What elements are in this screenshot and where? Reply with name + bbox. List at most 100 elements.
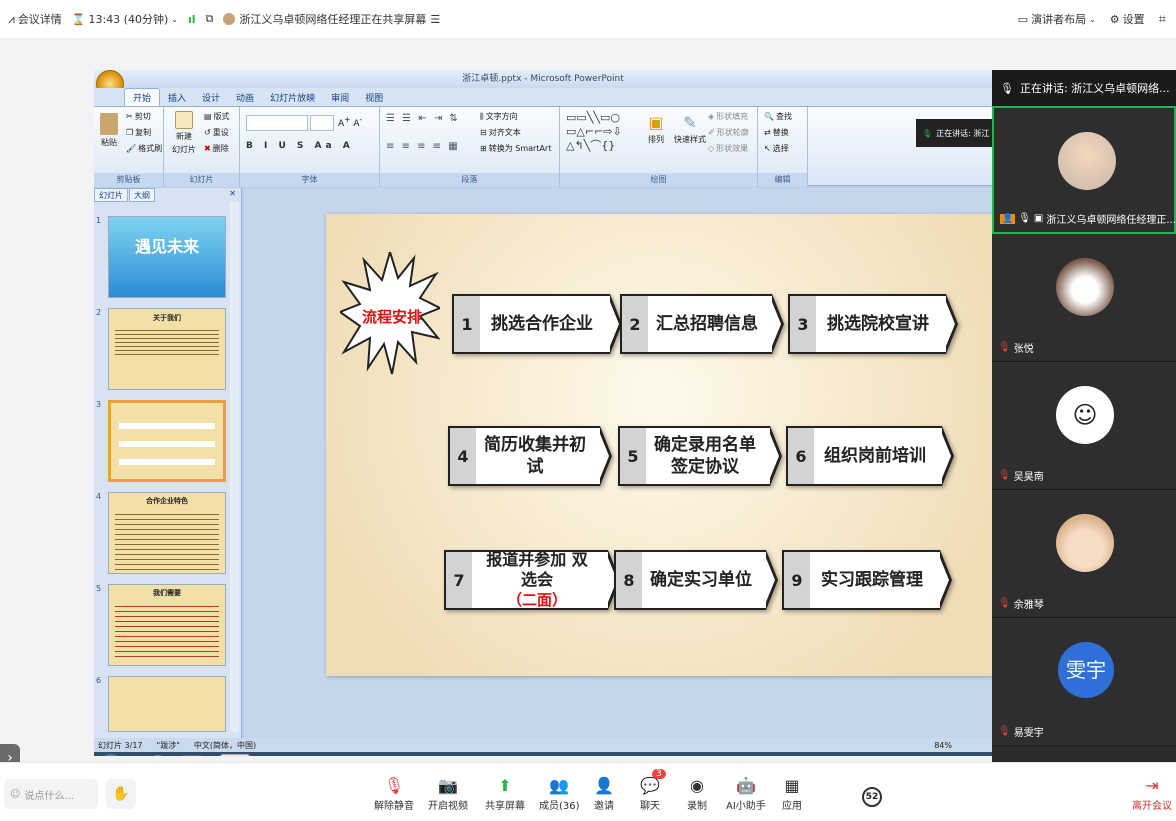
reset-label: 重设: [212, 128, 229, 137]
members-button[interactable]: 👥 成员(36): [539, 775, 580, 812]
layout-icon: ▤: [204, 112, 212, 121]
find-button[interactable]: 🔍 查找: [764, 111, 792, 122]
effect-icon: ◇: [708, 144, 715, 153]
text-direction-button[interactable]: ⫼ 文字方向: [480, 111, 518, 122]
signal-icon[interactable]: ıl: [188, 13, 196, 26]
video-tile-host[interactable]: 👤 🎙 ▣ 浙江义乌卓顿网络任经理正...: [992, 106, 1176, 234]
quick-styles-button[interactable]: ✎ 快速样式: [674, 113, 706, 145]
popout-icon[interactable]: ⧉: [206, 12, 214, 26]
font-name-select[interactable]: [246, 115, 308, 131]
arrow-tip: [598, 426, 612, 486]
ribbon-tab-view[interactable]: 视图: [357, 89, 391, 106]
copy-button[interactable]: ❐ 复制: [126, 127, 151, 138]
share-screen-button[interactable]: ⬆ 共享屏幕: [485, 775, 525, 812]
ribbon-tab-review[interactable]: 审阅: [323, 89, 357, 106]
unmute-button[interactable]: 🎙 解除静音: [374, 775, 414, 812]
tab-slides[interactable]: 幻灯片: [94, 188, 128, 202]
replace-button[interactable]: ⇄ 替换: [764, 127, 789, 138]
start-video-button[interactable]: 📷 开启视频: [428, 775, 468, 812]
raise-hand-icon[interactable]: ✋: [106, 779, 136, 809]
video-tile[interactable]: 雯宇 🎙 易雯宇: [992, 618, 1176, 746]
grow-font-icon[interactable]: A+ A-: [338, 115, 362, 129]
meeting-info-label: 会议详情: [17, 13, 62, 26]
ribbon-tab-insert[interactable]: 插入: [160, 89, 194, 106]
slide-thumbnail[interactable]: 合作企业特色: [108, 492, 226, 574]
leave-meeting-button[interactable]: ⇥ 离开会议: [1132, 775, 1172, 812]
slide-thumbnail[interactable]: 关于我们: [108, 308, 226, 390]
list-buttons-icon[interactable]: ☰ ☰ ⇤ ⇥ ⇅: [386, 113, 460, 124]
ribbon-tabs: 开始 插入 设计 动画 幻灯片放映 审阅 视图: [94, 88, 992, 106]
invite-button[interactable]: 👤 邀请: [594, 775, 614, 812]
slide-thumbnail[interactable]: [108, 676, 226, 732]
align-text-button[interactable]: ⊟ 对齐文本: [480, 127, 521, 138]
sharing-status[interactable]: 浙江义乌卓顿网络任经理正在共享屏幕 ☰: [223, 11, 440, 27]
step-4: 4 简历收集并初试: [448, 426, 612, 486]
align-buttons-icon[interactable]: ≡ ≡ ≡ ≡ ▦: [386, 141, 460, 152]
fullscreen-icon[interactable]: ⌗: [1159, 12, 1166, 27]
group-label-paragraph: 段落: [380, 173, 559, 187]
paste-label: 粘贴: [101, 138, 117, 147]
tab-outline[interactable]: 大纲: [129, 188, 155, 202]
apps-button[interactable]: ▦ 应用: [782, 775, 802, 812]
ribbon-tab-animation[interactable]: 动画: [228, 89, 262, 106]
step-2: 2 汇总招聘信息: [620, 294, 784, 354]
slide-editing-area: 流程安排 1 挑选合作企业 2 汇总招聘信息 3 挑选院校宣讲 4 简历收集并初…: [244, 188, 992, 738]
ribbon-tab-home[interactable]: 开始: [124, 88, 161, 106]
thumb-title: 合作企业特色: [146, 497, 188, 505]
ribbon-tab-design[interactable]: 设计: [194, 89, 228, 106]
paste-button[interactable]: 粘贴: [100, 113, 118, 148]
meeting-timer[interactable]: ⌛ 13:43 (40分钟) ⌄: [72, 11, 178, 27]
arrow-tip: [764, 550, 778, 610]
chat-button[interactable]: 💬 聊天 3: [640, 769, 666, 812]
paste-icon: [100, 113, 118, 135]
cut-button[interactable]: ✂ 剪切: [126, 111, 151, 122]
current-slide[interactable]: 流程安排 1 挑选合作企业 2 汇总招聘信息 3 挑选院校宣讲 4 简历收集并初…: [326, 214, 992, 676]
font-format-row[interactable]: B I U S Aa A: [246, 141, 354, 151]
close-pane-icon[interactable]: ✕: [225, 188, 240, 202]
new-slide-button[interactable]: 新建 幻灯片: [172, 111, 196, 155]
quick-styles-icon: ✎: [683, 113, 697, 132]
slide-thumbnail-selected[interactable]: [108, 400, 226, 482]
reset-button[interactable]: ↺ 重设: [204, 127, 229, 138]
arrange-button[interactable]: ▣ 排列: [648, 113, 664, 145]
participant-count-badge[interactable]: 52: [862, 787, 882, 807]
delete-slide-button[interactable]: ✖ 删除: [204, 143, 229, 154]
find-label: 查找: [775, 112, 792, 121]
layout-button[interactable]: ▭ 演讲者布局 ⌄: [1018, 11, 1096, 27]
format-painter-button[interactable]: 🖌 格式刷: [126, 143, 162, 154]
leave-label: 离开会议: [1132, 801, 1172, 812]
powerpoint-taskbar-icon[interactable]: [220, 754, 250, 756]
smartart-button[interactable]: ⊞ 转换为 SmartArt: [480, 143, 551, 154]
slide-thumbnail[interactable]: 我们需要: [108, 584, 226, 666]
step-7: 7 报道并参加 双选会 （二面）: [444, 550, 620, 610]
record-button[interactable]: ◉ 录制: [687, 775, 707, 812]
layout-dropdown[interactable]: ▤ 版式: [204, 111, 230, 122]
meeting-info-button[interactable]: ⩘ 会议详情: [8, 11, 62, 27]
settings-button[interactable]: ⚙ 设置: [1110, 11, 1145, 27]
pane-scrollbar[interactable]: [230, 202, 239, 732]
select-button[interactable]: ↖ 选择: [764, 143, 789, 154]
theme-name: "跋涉": [156, 740, 180, 750]
step-3: 3 挑选院校宣讲: [788, 294, 958, 354]
meeting-app-icon[interactable]: [180, 755, 204, 756]
shapes-gallery-icon[interactable]: ▭▭╲╲▭○ ▭△⌐⌐⇨⇩ △↰╲⌒{}: [566, 111, 642, 153]
participant-name: 余雅琴: [1013, 600, 1044, 611]
chat-quick-input[interactable]: ☺ 说点什么...: [4, 779, 98, 809]
font-size-select[interactable]: [310, 115, 334, 131]
start-button-icon[interactable]: [98, 754, 124, 756]
shape-fill-button[interactable]: ◈ 形状填充: [708, 111, 748, 122]
video-tile[interactable]: 🎙 余雅琴: [992, 490, 1176, 618]
slide-thumbnail[interactable]: 遇见未来: [108, 216, 226, 298]
share-screen-icon: ⬆: [498, 776, 512, 795]
ribbon-tab-slideshow[interactable]: 幻灯片放映: [262, 89, 323, 106]
step-label: 实习跟踪管理: [810, 550, 940, 610]
group-font: A+ A- B I U S Aa A 字体: [240, 107, 380, 187]
shape-outline-button[interactable]: ✐ 形状轮廓: [708, 127, 749, 138]
video-tile[interactable]: 🎙 张悦: [992, 234, 1176, 362]
shape-effect-button[interactable]: ◇ 形状效果: [708, 143, 748, 154]
video-tile[interactable]: ☺ 🎙 吴昊南: [992, 362, 1176, 490]
badge-label: 流程安排: [361, 308, 422, 326]
browser-icon[interactable]: e: [146, 755, 170, 756]
zoom-level[interactable]: 84%: [934, 741, 952, 750]
ai-assistant-button[interactable]: 🤖 AI小助手: [726, 775, 766, 812]
